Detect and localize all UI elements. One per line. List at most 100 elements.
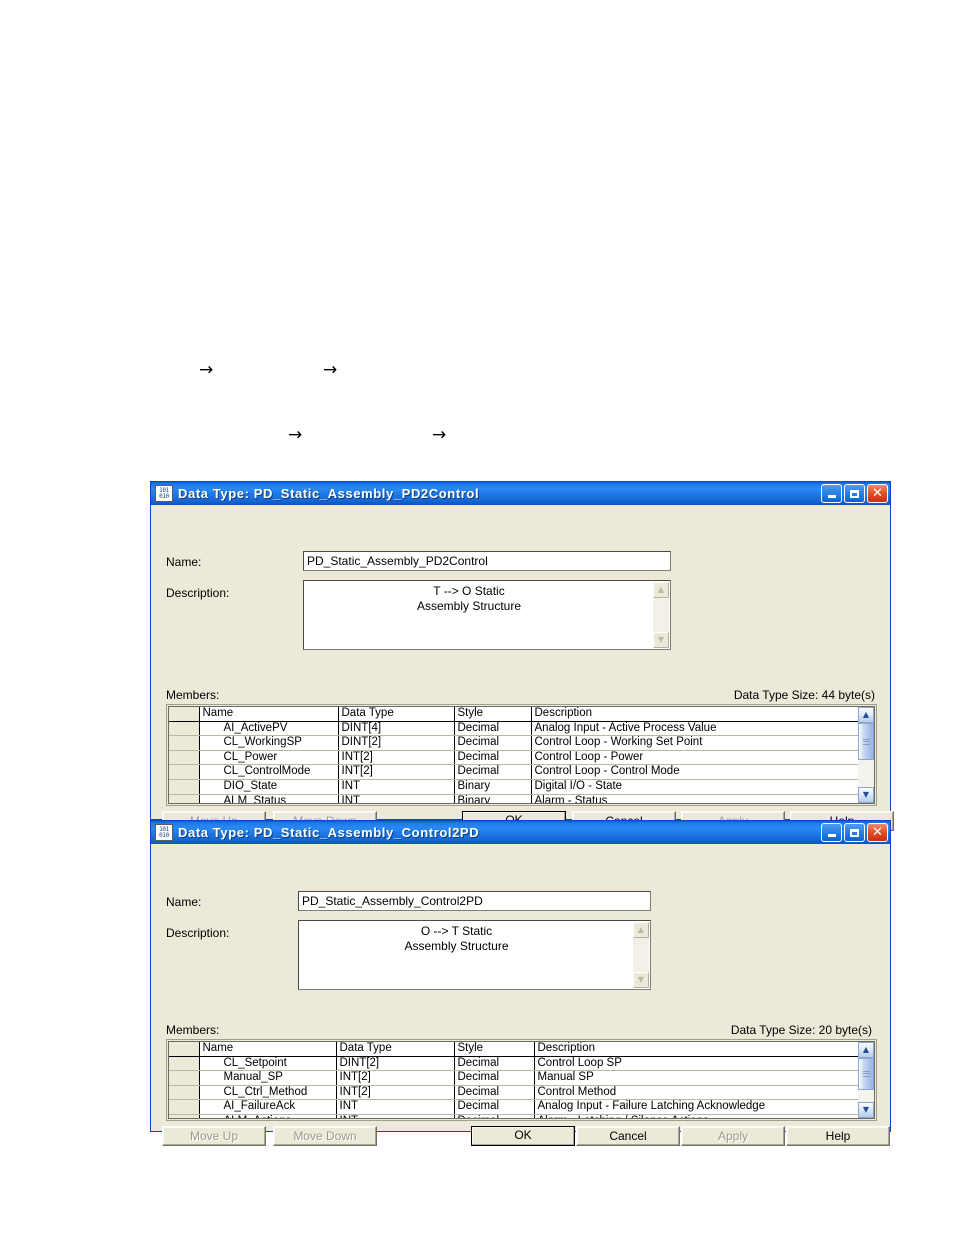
table-cell-description[interactable]: Manual SP	[534, 1070, 858, 1086]
maximize-icon[interactable]	[844, 823, 865, 842]
table-cell-style[interactable]: Decimal	[454, 721, 532, 737]
table-row[interactable]: AI_FailureAck INT Decimal Analog Input - Fa…	[169, 1099, 858, 1115]
dialog2-members-table[interactable]: Name Data Type Style Description CL_Setpoin…	[169, 1042, 858, 1118]
table-cell-name[interactable]: Manual_SP	[199, 1070, 337, 1086]
table-cell-style[interactable]: Decimal	[454, 735, 532, 751]
data-type-dialog-control2pd[interactable]: 101 010 Data Type: PD_Static_Assembly_Con…	[150, 820, 891, 1146]
dialog2-ok-button[interactable]: OK	[471, 1126, 575, 1146]
scroll-thumb[interactable]	[858, 723, 874, 761]
table-cell-name[interactable]: ALM_Status	[199, 794, 339, 803]
table-cell-name[interactable]: CL_ControlMode	[199, 764, 339, 780]
table-row[interactable]: CL_Ctrl_Method INT[2] Decimal Control Metho…	[169, 1085, 858, 1101]
scroll-up-icon[interactable]: ▲	[633, 922, 649, 938]
dialog2-members-grid[interactable]: Name Data Type Style Description CL_Setpoin…	[166, 1039, 877, 1121]
table-cell-data-type[interactable]: INT[2]	[336, 1070, 455, 1086]
dialog1-grid-scrollbar[interactable]: ▲ ▼	[858, 706, 875, 804]
table-cell-name[interactable]: ALM_Actions	[199, 1114, 337, 1118]
table-cell-style[interactable]: Decimal	[454, 1099, 535, 1115]
row-selector-cell[interactable]	[169, 1099, 200, 1115]
table-cell-description[interactable]: Control Loop SP	[534, 1056, 858, 1072]
row-selector-cell[interactable]	[169, 735, 200, 751]
dialog2-move-down-button[interactable]: Move Down	[273, 1126, 377, 1146]
column-header-data-type[interactable]: Data Type	[336, 1042, 455, 1057]
dialog1-name-input[interactable]: PD_Static_Assembly_PD2Control	[303, 551, 671, 571]
table-cell-name[interactable]: CL_Setpoint	[199, 1056, 337, 1072]
column-header-description[interactable]: Description	[534, 1042, 858, 1057]
close-icon[interactable]: ✕	[867, 823, 888, 842]
row-selector-cell[interactable]	[169, 764, 200, 780]
column-header-data-type[interactable]: Data Type	[338, 707, 455, 722]
scroll-track[interactable]	[858, 1058, 874, 1102]
table-cell-data-type[interactable]: INT	[338, 779, 455, 795]
dialog1-members-grid-viewport[interactable]: Name Data Type Style Description AI_ActiveP…	[168, 706, 858, 804]
table-cell-style[interactable]: Decimal	[454, 1056, 535, 1072]
dialog2-apply-button[interactable]: Apply	[681, 1126, 785, 1146]
minimize-icon[interactable]	[821, 484, 842, 503]
table-row[interactable]: ALM_ActionsINTDecimalAlarm - Latching / …	[169, 1114, 858, 1118]
table-cell-name[interactable]: CL_WorkingSP	[199, 735, 339, 751]
table-cell-data-type[interactable]: INT[2]	[336, 1085, 455, 1101]
minimize-icon[interactable]	[821, 823, 842, 842]
column-header-name[interactable]: Name	[199, 707, 339, 722]
table-cell-style[interactable]: Decimal	[454, 1070, 535, 1086]
table-cell-description[interactable]: Control Loop - Control Mode	[531, 764, 858, 780]
row-selector-cell[interactable]	[169, 779, 200, 795]
table-row[interactable]: CL_Power INT[2] Decimal Control Loop - Powe…	[169, 750, 858, 766]
table-cell-style[interactable]: Binary	[454, 794, 532, 803]
scroll-up-icon[interactable]: ▲	[858, 1042, 874, 1058]
table-cell-data-type[interactable]: INT	[336, 1099, 455, 1115]
table-row[interactable]: CL_Setpoint DINT[2] Decimal Control Loop SP	[169, 1056, 858, 1072]
table-cell-data-type[interactable]: INT[2]	[338, 764, 455, 780]
table-cell-description[interactable]: Control Method	[534, 1085, 858, 1101]
table-row[interactable]: Manual_SP INT[2] Decimal Manual SP	[169, 1070, 858, 1086]
table-cell-style[interactable]: Decimal	[454, 1114, 535, 1118]
scroll-up-icon[interactable]: ▲	[858, 707, 874, 723]
table-cell-style[interactable]: Decimal	[454, 750, 532, 766]
table-row[interactable]: ALM_Status INT Binary Alarm - Status	[169, 794, 858, 803]
scroll-thumb[interactable]	[858, 1058, 874, 1090]
table-cell-data-type[interactable]: DINT[4]	[338, 721, 455, 737]
dialog2-name-input[interactable]: PD_Static_Assembly_Control2PD	[298, 891, 651, 911]
scroll-down-icon[interactable]: ▼	[858, 1102, 874, 1118]
table-cell-description[interactable]: Analog Input - Failure Latching Acknowle…	[534, 1099, 858, 1115]
table-cell-description[interactable]: Control Loop - Power	[531, 750, 858, 766]
column-header-style[interactable]: Style	[454, 707, 532, 722]
table-cell-style[interactable]: Decimal	[454, 1085, 535, 1101]
table-row[interactable]: DIO_State INT Binary Digital I/O - State	[169, 779, 858, 795]
row-selector-cell[interactable]	[169, 1056, 200, 1072]
dialog1-description-scrollbar[interactable]: ▲ ▼	[653, 582, 669, 648]
dialog1-members-table[interactable]: Name Data Type Style Description AI_ActiveP…	[169, 707, 858, 803]
scroll-down-icon[interactable]: ▼	[858, 787, 874, 803]
scroll-down-icon[interactable]: ▼	[653, 632, 669, 648]
column-header-style[interactable]: Style	[454, 1042, 535, 1057]
row-selector-cell[interactable]	[169, 1114, 200, 1118]
column-header-name[interactable]: Name	[199, 1042, 337, 1057]
dialog1-window-buttons[interactable]: ✕	[821, 484, 888, 503]
table-cell-data-type[interactable]: DINT[2]	[338, 735, 455, 751]
dialog2-description-scrollbar[interactable]: ▲ ▼	[633, 922, 649, 988]
row-selector-cell[interactable]	[169, 721, 200, 737]
dialog2-help-button[interactable]: Help	[786, 1126, 890, 1146]
dialog1-description-box[interactable]: T --> O Static Assembly Structure ▲ ▼	[303, 580, 671, 650]
close-icon[interactable]: ✕	[867, 484, 888, 503]
table-cell-name[interactable]: AI_FailureAck	[199, 1099, 337, 1115]
table-cell-data-type[interactable]: DINT[2]	[336, 1056, 455, 1072]
dialog2-members-grid-viewport[interactable]: Name Data Type Style Description CL_Setpoin…	[168, 1041, 858, 1119]
maximize-icon[interactable]	[844, 484, 865, 503]
table-cell-data-type[interactable]: INT	[336, 1114, 455, 1118]
table-cell-name[interactable]: DIO_State	[199, 779, 339, 795]
dialog2-titlebar[interactable]: 101 010 Data Type: PD_Static_Assembly_Con…	[151, 821, 890, 844]
dialog1-titlebar[interactable]: 101 010 Data Type: PD_Static_Assembly_PD2…	[151, 482, 890, 505]
table-cell-description[interactable]: Analog Input - Active Process Value	[531, 721, 858, 737]
table-cell-style[interactable]: Binary	[454, 779, 532, 795]
table-row[interactable]: CL_WorkingSP DINT[2] Decimal Control Loop -…	[169, 735, 858, 751]
row-selector-cell[interactable]	[169, 1085, 200, 1101]
table-cell-name[interactable]: CL_Ctrl_Method	[199, 1085, 337, 1101]
dialog2-window-buttons[interactable]: ✕	[821, 823, 888, 842]
dialog2-cancel-button[interactable]: Cancel	[576, 1126, 680, 1146]
data-type-dialog-pd2control[interactable]: 101 010 Data Type: PD_Static_Assembly_PD2…	[150, 481, 894, 831]
row-selector-cell[interactable]	[169, 794, 200, 803]
table-row[interactable]: CL_ControlMode INT[2] Decimal Control Loop …	[169, 764, 858, 780]
table-cell-name[interactable]: AI_ActivePV	[199, 721, 339, 737]
table-cell-data-type[interactable]: INT	[338, 794, 455, 803]
